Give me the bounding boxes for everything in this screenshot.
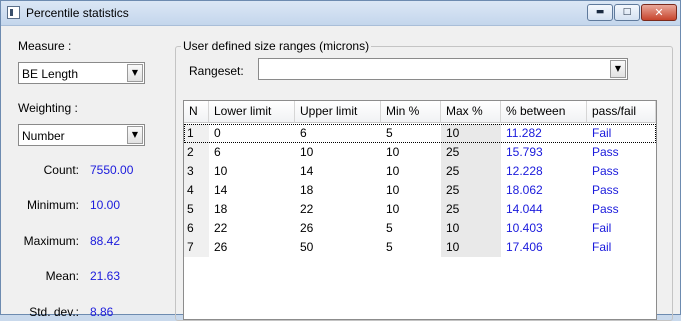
chevron-down-icon[interactable]: ▼ bbox=[127, 64, 143, 82]
maximum-label: Maximum: bbox=[23, 234, 79, 248]
measure-value: BE Length bbox=[22, 67, 79, 81]
percentile-statistics-window: Percentile statistics ▬ □ ✕ Measure : BE… bbox=[0, 0, 681, 321]
table-cell: 10 bbox=[441, 124, 501, 143]
minimum-label: Minimum: bbox=[26, 198, 79, 212]
count-label: Count: bbox=[43, 163, 79, 177]
chevron-down-icon[interactable]: ▼ bbox=[127, 126, 143, 144]
table-cell: 5 bbox=[381, 238, 441, 257]
size-ranges-caption: User defined size ranges (microns) bbox=[181, 39, 372, 53]
table-cell: 26 bbox=[209, 238, 295, 257]
maximum-value: 88.42 bbox=[90, 234, 121, 248]
table-cell: 18 bbox=[209, 200, 295, 219]
table-cell: 10 bbox=[381, 162, 441, 181]
weighting-dropdown[interactable]: Number ▼ bbox=[18, 124, 145, 146]
minimize-icon: ▬ bbox=[595, 7, 605, 17]
column-header[interactable]: Lower limit bbox=[209, 101, 295, 123]
weighting-value: Number bbox=[22, 129, 65, 143]
minimize-button[interactable]: ▬ bbox=[587, 4, 613, 21]
table-row[interactable]: 4 14 18 10 25 18.062 Pass bbox=[184, 181, 656, 200]
table-cell: 10 bbox=[381, 181, 441, 200]
table-cell: 22 bbox=[295, 200, 381, 219]
table-cell: 10 bbox=[441, 238, 501, 257]
table-cell: Fail bbox=[587, 124, 656, 143]
close-button[interactable]: ✕ bbox=[641, 4, 677, 21]
table-cell: 26 bbox=[295, 219, 381, 238]
mean-label: Mean: bbox=[45, 269, 79, 283]
table-cell: 0 bbox=[209, 124, 295, 143]
table-cell: 12.228 bbox=[501, 162, 587, 181]
std-dev-label: Std. dev.: bbox=[29, 305, 79, 319]
column-header[interactable]: Min % bbox=[381, 101, 441, 123]
size-ranges-table[interactable]: N Lower limit Upper limit Min % Max % % … bbox=[183, 100, 657, 320]
table-cell: 50 bbox=[295, 238, 381, 257]
table-cell: 6 bbox=[209, 143, 295, 162]
maximize-button[interactable]: □ bbox=[614, 4, 640, 21]
table-cell: 25 bbox=[441, 162, 501, 181]
table-cell: 10 bbox=[441, 219, 501, 238]
table-cell: 7 bbox=[184, 238, 209, 257]
table-cell: 10 bbox=[381, 143, 441, 162]
table-cell: 2 bbox=[184, 143, 209, 162]
minimum-value: 10.00 bbox=[90, 198, 121, 212]
table-cell: 10.403 bbox=[501, 219, 587, 238]
table-cell: Pass bbox=[587, 143, 656, 162]
table-cell: 18 bbox=[295, 181, 381, 200]
table-cell: 14.044 bbox=[501, 200, 587, 219]
table-cell: 18.062 bbox=[501, 181, 587, 200]
table-cell: 10 bbox=[381, 200, 441, 219]
mean-value: 21.63 bbox=[90, 269, 121, 283]
column-header[interactable]: N bbox=[184, 101, 209, 123]
rangeset-dropdown[interactable]: ▼ bbox=[258, 58, 628, 80]
table-row[interactable]: 6 22 26 5 10 10.403 Fail bbox=[184, 219, 656, 238]
measure-dropdown[interactable]: BE Length ▼ bbox=[18, 62, 145, 84]
window-title: Percentile statistics bbox=[26, 6, 129, 20]
table-cell: 1 bbox=[184, 124, 209, 143]
table-cell: 22 bbox=[209, 219, 295, 238]
table-cell: 5 bbox=[381, 219, 441, 238]
maximize-icon: □ bbox=[622, 7, 632, 17]
table-row[interactable]: 3 10 14 10 25 12.228 Pass bbox=[184, 162, 656, 181]
table-cell: 25 bbox=[441, 143, 501, 162]
table-row[interactable]: 5 18 22 10 25 14.044 Pass bbox=[184, 200, 656, 219]
table-cell: 14 bbox=[209, 181, 295, 200]
table-row[interactable]: 1 0 6 5 10 11.282 Fail bbox=[184, 124, 656, 143]
column-header[interactable]: Upper limit bbox=[295, 101, 381, 123]
table-cell: 5 bbox=[381, 124, 441, 143]
table-cell: 5 bbox=[184, 200, 209, 219]
std-dev-value: 8.86 bbox=[90, 305, 114, 319]
table-cell: 17.406 bbox=[501, 238, 587, 257]
title-bar[interactable]: Percentile statistics ▬ □ ✕ bbox=[1, 1, 680, 26]
table-cell: 10 bbox=[209, 162, 295, 181]
rangeset-label: Rangeset: bbox=[189, 64, 244, 78]
table-cell: 6 bbox=[295, 124, 381, 143]
table-row[interactable]: 7 26 50 5 10 17.406 Fail bbox=[184, 238, 656, 257]
column-header[interactable]: Max % bbox=[441, 101, 501, 123]
table-cell: 10 bbox=[295, 143, 381, 162]
table-cell: 14 bbox=[295, 162, 381, 181]
table-cell: 15.793 bbox=[501, 143, 587, 162]
close-icon: ✕ bbox=[654, 6, 664, 19]
count-value: 7550.00 bbox=[90, 163, 134, 177]
table-cell: Pass bbox=[587, 200, 656, 219]
table-cell: Pass bbox=[587, 162, 656, 181]
table-cell: 4 bbox=[184, 181, 209, 200]
table-cell: Pass bbox=[587, 181, 656, 200]
column-header[interactable]: % between bbox=[501, 101, 587, 123]
column-header[interactable]: pass/fail bbox=[587, 101, 656, 123]
table-cell: 25 bbox=[441, 200, 501, 219]
chevron-down-icon[interactable]: ▼ bbox=[610, 60, 626, 78]
measure-label: Measure : bbox=[18, 39, 72, 53]
table-cell: 11.282 bbox=[501, 124, 587, 143]
app-icon bbox=[7, 6, 20, 19]
table-header: N Lower limit Upper limit Min % Max % % … bbox=[184, 101, 656, 123]
table-row[interactable]: 2 6 10 10 25 15.793 Pass bbox=[184, 143, 656, 162]
table-cell: 6 bbox=[184, 219, 209, 238]
table-cell: 3 bbox=[184, 162, 209, 181]
table-cell: Fail bbox=[587, 238, 656, 257]
table-cell: Fail bbox=[587, 219, 656, 238]
weighting-label: Weighting : bbox=[18, 101, 78, 115]
table-cell: 25 bbox=[441, 181, 501, 200]
